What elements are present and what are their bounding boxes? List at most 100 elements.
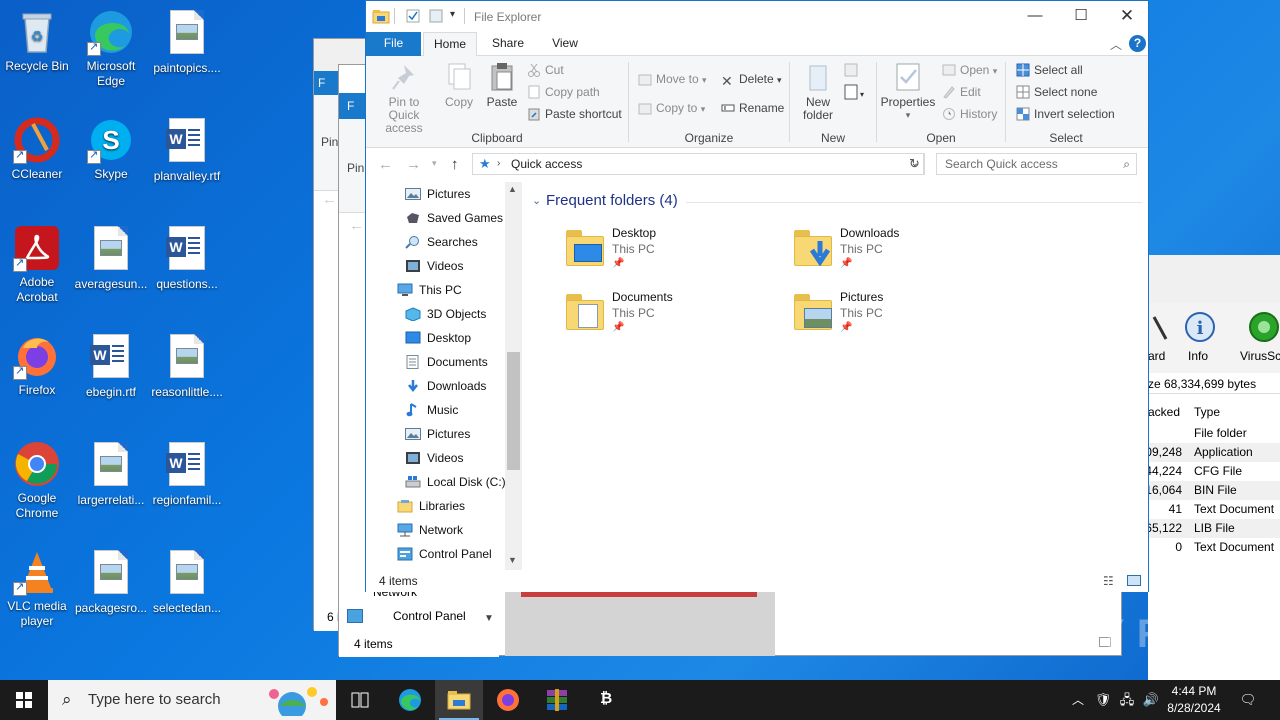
nav-item-this-pc[interactable]: This PC (397, 278, 462, 302)
virus-scan-icon[interactable] (1248, 311, 1280, 343)
scroll-down-icon[interactable]: ▼ (484, 613, 494, 624)
copy-path-button[interactable]: Copy path (527, 83, 600, 101)
nav-item-desktop[interactable]: Desktop (405, 326, 471, 350)
taskbar-bitcoin-app[interactable]: ₿ (582, 680, 630, 720)
nav-item-control-panel[interactable]: Control Panel (397, 542, 492, 566)
archive-row[interactable]: 09,248 Application (1145, 443, 1280, 462)
scroll-down-icon[interactable]: ▼ (508, 555, 517, 565)
show-hidden-icons-icon[interactable]: ︿ (1068, 680, 1088, 720)
nav-item-documents[interactable]: Documents (405, 350, 488, 374)
desktop-icon-microsoft-edge[interactable]: Microsoft Edge (74, 8, 148, 89)
taskbar-firefox[interactable] (484, 680, 532, 720)
properties-button[interactable]: Properties ▾ (878, 62, 938, 122)
search-icon[interactable]: ⌕ (1123, 154, 1130, 174)
desktop-icon-selectedan[interactable]: selectedan... (150, 548, 224, 616)
archive-row[interactable]: 65,122 LIB File (1145, 519, 1280, 538)
recent-locations-icon[interactable]: ▾ (432, 158, 437, 169)
select-all-button[interactable]: Select all (1016, 61, 1083, 79)
taskbar-winrar[interactable] (533, 680, 581, 720)
desktop-icon-packagesro[interactable]: packagesro... (74, 548, 148, 616)
back-arrow-icon[interactable]: ← (322, 191, 337, 208)
virus-scan-button-label[interactable]: VirusSc (1240, 349, 1280, 363)
task-view-button[interactable] (336, 680, 384, 720)
details-view-icon[interactable]: ☷ (1103, 571, 1114, 591)
desktop-icon-averagesun[interactable]: averagesun... (74, 224, 148, 292)
clock[interactable]: 4:44 PM 8/28/2024 (1158, 683, 1230, 717)
scrollbar-thumb[interactable] (507, 352, 520, 470)
desktop-icon-largerrelati[interactable]: largerrelati... (74, 440, 148, 508)
rename-button[interactable]: Rename (721, 99, 784, 117)
archive-row[interactable]: 0 Text Document (1148, 538, 1280, 557)
scroll-up-icon[interactable]: ▲ (508, 184, 517, 194)
refresh-icon[interactable]: ↻ (905, 153, 925, 175)
desktop-icon-planvalley[interactable]: W planvalley.rtf (150, 116, 224, 184)
nav-item-libraries[interactable]: Libraries (397, 494, 465, 518)
archive-row[interactable]: File folder (1148, 424, 1280, 443)
desktop-icon-firefox[interactable]: Firefox (0, 332, 74, 398)
open-button[interactable]: Open ▾ (942, 61, 997, 79)
new-folder-qat-icon[interactable] (429, 9, 443, 23)
title-bar[interactable]: ▾ File Explorer — ☐ ✕ (366, 1, 1148, 32)
address-bar[interactable]: ★ › Quick access ⌄ (472, 153, 924, 175)
folder-tile-downloads[interactable]: Downloads This PC 📌 (794, 224, 1014, 280)
desktop-icon-regionfamil[interactable]: W regionfamil... (150, 440, 224, 508)
search-highlight-image-icon[interactable] (262, 684, 332, 720)
nav-item-3d-objects[interactable]: 3D Objects (405, 302, 486, 326)
desktop-icon-vlc[interactable]: VLC media player (0, 548, 74, 629)
breadcrumb-chevron-icon[interactable]: › (497, 154, 500, 174)
tab-home[interactable]: Home (423, 32, 477, 57)
nav-item-searches[interactable]: Searches (405, 230, 478, 254)
paste-button[interactable]: Paste (482, 62, 522, 109)
nav-item-saved-games[interactable]: Saved Games (405, 206, 503, 230)
pin-to-quick-access-button[interactable]: Pin to Quick access (372, 62, 436, 135)
nav-item-music[interactable]: Music (405, 398, 458, 422)
up-arrow-icon[interactable]: ↑ (451, 156, 459, 173)
tab-share[interactable]: Share (483, 32, 533, 56)
forward-arrow-icon[interactable]: → (406, 156, 421, 173)
properties-qat-icon[interactable] (406, 9, 420, 23)
column-type[interactable]: Type (1194, 402, 1220, 422)
invert-selection-button[interactable]: Invert selection (1016, 105, 1115, 123)
file-explorer-window[interactable]: ▾ File Explorer — ☐ ✕ File Home Share Vi… (365, 0, 1149, 592)
close-button[interactable]: ✕ (1104, 1, 1150, 32)
back-arrow-icon[interactable]: ← (378, 156, 393, 173)
network-tray-icon[interactable]: 🖧 (1117, 680, 1137, 720)
defender-icon[interactable]: 🛡 (1093, 680, 1113, 720)
taskbar-file-explorer[interactable] (435, 680, 483, 720)
nav-item-control-panel[interactable]: Control Panel (393, 609, 466, 623)
archive-row[interactable]: 16,064 BIN File (1145, 481, 1280, 500)
pin-label[interactable]: Pin (321, 135, 338, 149)
desktop-icon-recycle-bin[interactable]: ♻ Recycle Bin (0, 8, 74, 74)
properties-dropdown-icon[interactable]: ▾ (878, 109, 938, 122)
desktop-icon-ccleaner[interactable]: CCleaner (0, 116, 74, 182)
folder-tile-documents[interactable]: Documents This PC 📌 (566, 288, 786, 344)
nav-item-pictures-2[interactable]: Pictures (405, 422, 470, 446)
large-icons-view-icon[interactable] (1127, 575, 1141, 586)
desktop-icon-ebegin[interactable]: W ebegin.rtf (74, 332, 148, 400)
desktop-icon-skype[interactable]: S Skype (74, 116, 148, 182)
archive-row[interactable]: 44,224 CFG File (1145, 462, 1280, 481)
delete-button[interactable]: ✕ Delete ▾ (721, 70, 782, 88)
info-button-label[interactable]: Info (1188, 349, 1208, 363)
start-button[interactable] (0, 680, 48, 720)
move-to-button[interactable]: Move to ▾ (638, 70, 707, 88)
tab-view[interactable]: View (540, 32, 590, 56)
folder-tile-desktop[interactable]: Desktop This PC 📌 (566, 224, 786, 280)
taskbar-edge[interactable] (386, 680, 434, 720)
edit-button[interactable]: Edit (942, 83, 981, 101)
help-icon[interactable]: ? (1129, 35, 1146, 52)
customize-qat-icon[interactable]: ▾ (450, 9, 455, 20)
wizard-button-label[interactable]: ard (1148, 349, 1165, 363)
desktop-icon-reasonlittle[interactable]: reasonlittle.... (150, 332, 224, 400)
copy-to-button[interactable]: Copy to ▾ (638, 99, 705, 117)
desktop-icon-questions[interactable]: W questions... (150, 224, 224, 292)
select-none-button[interactable]: Select none (1016, 83, 1097, 101)
section-title[interactable]: Frequent folders (4) (546, 192, 678, 209)
new-item-icon[interactable]: ▾ (842, 63, 864, 103)
folder-tile-pictures[interactable]: Pictures This PC 📌 (794, 288, 1014, 344)
desktop-icon-google-chrome[interactable]: Google Chrome (0, 440, 74, 521)
history-button[interactable]: History (942, 105, 997, 123)
tab-file[interactable]: File (366, 32, 421, 56)
paste-shortcut-button[interactable]: Paste shortcut (527, 105, 622, 123)
desktop-icon-adobe-acrobat[interactable]: Adobe Acrobat (0, 224, 74, 305)
